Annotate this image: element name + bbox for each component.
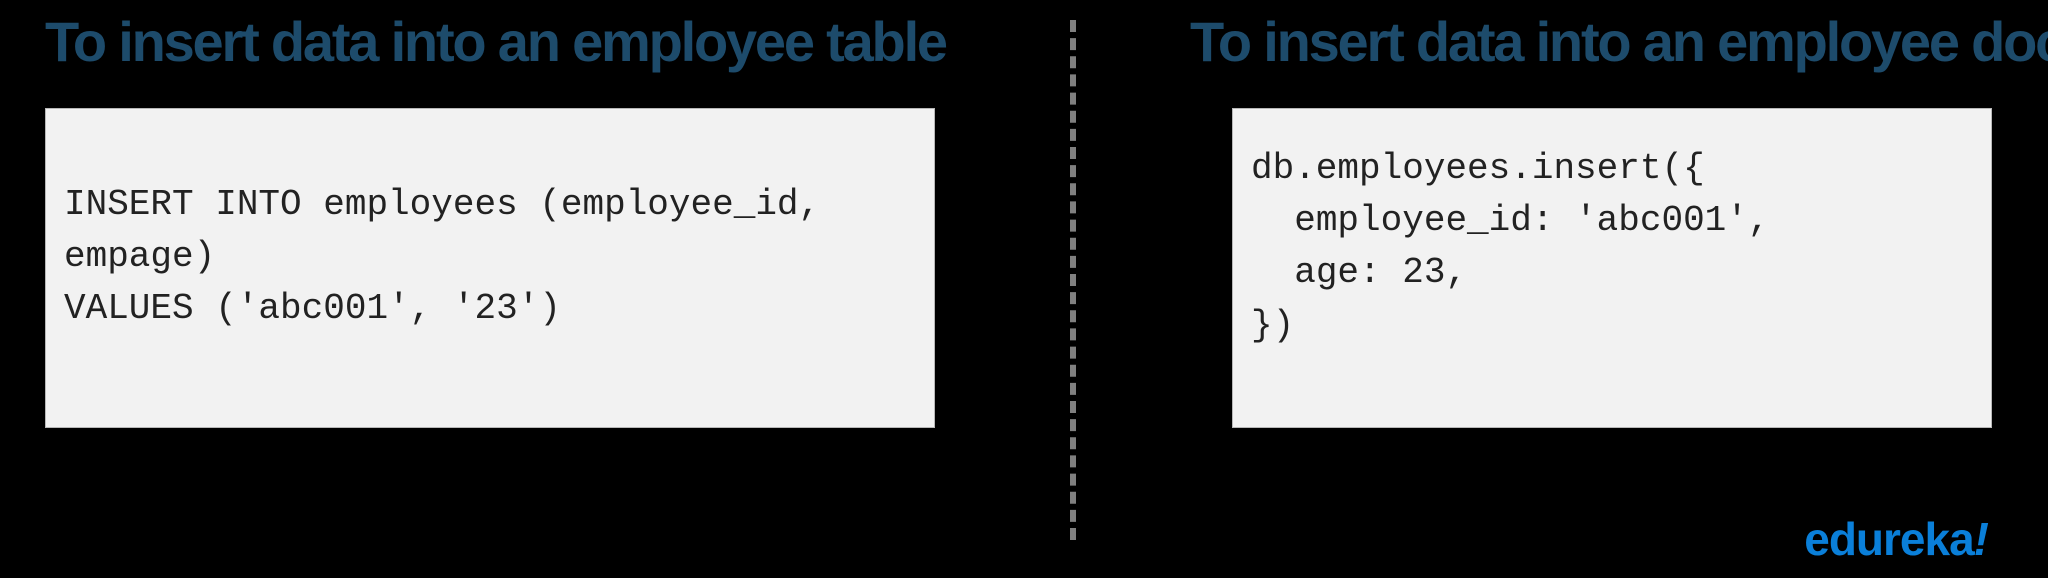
right-heading: To insert data into an employee document [1190, 14, 2010, 70]
vertical-divider [1070, 20, 1076, 540]
brand-exclaim-icon: ! [1974, 513, 1988, 565]
right-panel: To insert data into an employee document… [1190, 0, 2010, 428]
left-panel: To insert data into an employee table IN… [45, 0, 1045, 428]
brand-logo: edureka! [1804, 512, 1988, 566]
mongo-code-block: db.employees.insert({ employee_id: 'abc0… [1232, 108, 1992, 428]
brand-text: edureka [1804, 513, 1973, 565]
left-heading: To insert data into an employee table [45, 14, 1045, 70]
sql-code-block: INSERT INTO employees (employee_id, empa… [45, 108, 935, 428]
